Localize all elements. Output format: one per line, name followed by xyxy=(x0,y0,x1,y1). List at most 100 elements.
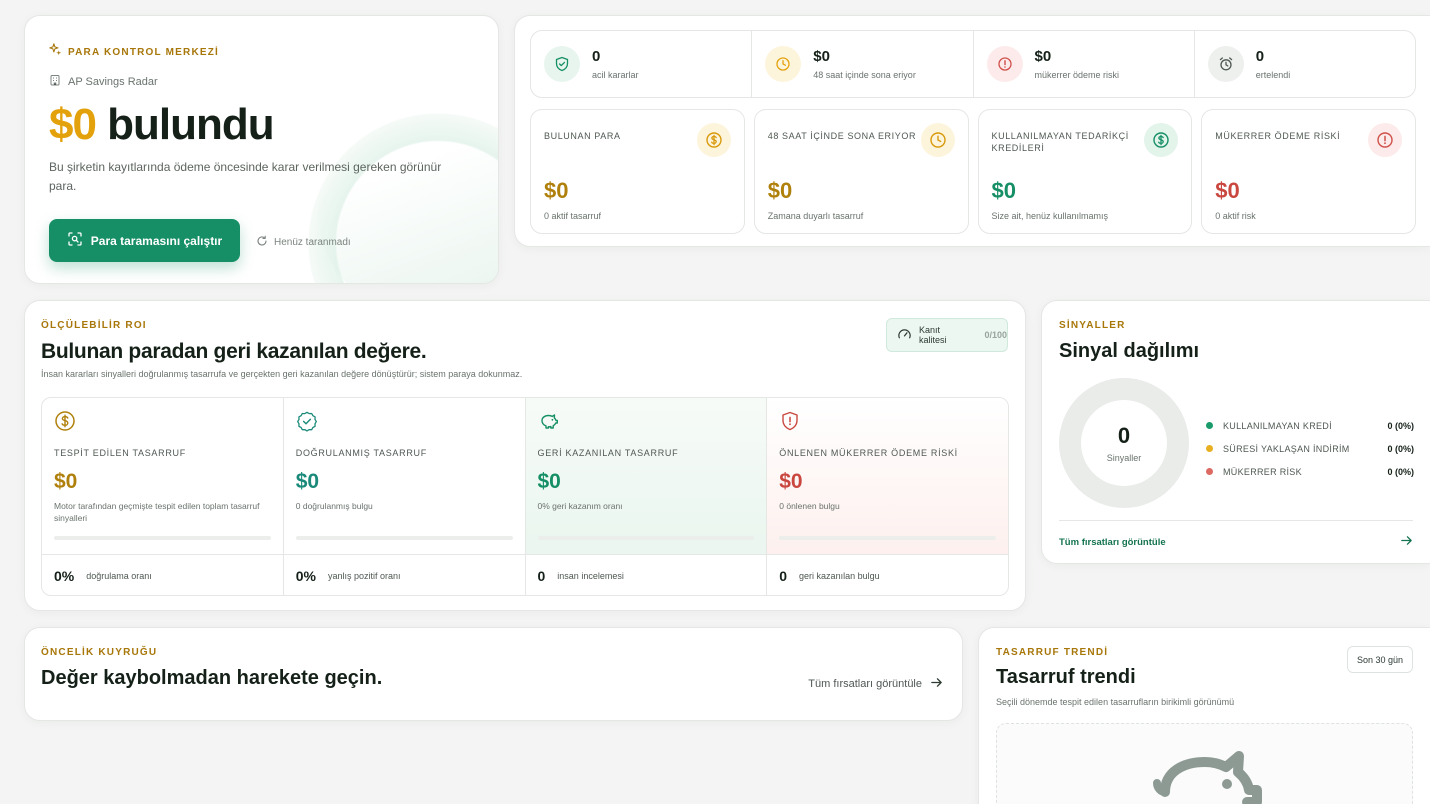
app-name: AP Savings Radar xyxy=(49,74,158,89)
roi-prevented-duplicate-risk: ÖNLENEN MÜKERRER ÖDEME RİSKİ $0 0 önlene… xyxy=(767,398,1008,554)
roi-value: $0 xyxy=(537,470,561,493)
savings-trend-card: TASARRUF TRENDİ Tasarruf trendi Seçili d… xyxy=(978,627,1430,804)
metric-sub: 0 aktif risk xyxy=(1215,211,1256,221)
legend-value: 0 (0%) xyxy=(1387,443,1414,454)
summary-card: 0 acil kararlar $0 48 saat içinde sona eri… xyxy=(514,15,1430,247)
roi-sub: Motor tarafından geçmişte tespit edilen … xyxy=(54,501,260,523)
trend-title: Tasarruf trendi xyxy=(996,666,1136,688)
summary-value: 0 xyxy=(1255,48,1265,65)
metric-label: 48 SAAT İÇİNDE SONA ERIYOR xyxy=(767,131,917,141)
trend-empty-state xyxy=(996,723,1413,804)
summary-snoozed[interactable]: 0 ertelendi xyxy=(1195,31,1415,97)
summary-strip: 0 acil kararlar $0 48 saat içinde sona eri… xyxy=(530,30,1416,98)
scan-status: Henüz taranmadı xyxy=(256,235,351,250)
legend-dot xyxy=(1206,445,1213,452)
roi-footer-label: insan incelemesi xyxy=(557,571,624,581)
signal-donut-chart: 0 Sinyaller xyxy=(1059,378,1189,508)
metric-found-money[interactable]: BULUNAN PARA $0 0 aktif tasarruf xyxy=(530,109,745,234)
alarm-icon xyxy=(1207,46,1244,82)
gauge-icon xyxy=(897,327,912,344)
legend-value: 0 (0%) xyxy=(1387,466,1414,477)
metric-expiring-48h[interactable]: 48 SAAT İÇİNDE SONA ERIYOR $0 Zamana duy… xyxy=(753,109,969,234)
legend-name: KULLANILMAYAN KREDİ xyxy=(1223,420,1332,431)
metric-label: MÜKERRER ÖDEME RİSKİ xyxy=(1215,131,1341,141)
priority-title: Değer kaybolmadan harekete geçin. xyxy=(41,667,383,689)
roi-sub: 0% geri kazanım oranı xyxy=(537,501,623,511)
summary-expiring-48h[interactable]: $0 48 saat içinde sona eriyor xyxy=(752,31,974,97)
legend-name: MÜKERRER RİSK xyxy=(1223,466,1302,477)
verification-rate: 0% doğrulama oranı xyxy=(42,555,284,595)
date-range-selector[interactable]: Son 30 gün xyxy=(1347,646,1413,673)
shield-alert-icon xyxy=(779,410,801,432)
evidence-quality-label: Kanıt kalitesi xyxy=(919,325,947,345)
priority-view-all-link[interactable]: Tüm fırsatları görüntüle xyxy=(808,676,943,692)
legend-duplicate-risk: MÜKERRER RİSK 0 (0%) xyxy=(1206,460,1414,483)
roi-label: ÖNLENEN MÜKERRER ÖDEME RİSKİ xyxy=(779,448,958,458)
clock-icon xyxy=(765,46,802,82)
summary-duplicate-risk[interactable]: $0 mükerrer ödeme riski xyxy=(974,31,1195,97)
metric-duplicate-payment-risk[interactable]: MÜKERRER ÖDEME RİSKİ $0 0 aktif risk xyxy=(1201,109,1416,234)
run-money-scan-button[interactable]: Para taramasını çalıştır xyxy=(49,219,240,262)
legend-name: SÜRESİ YAKLAŞAN İNDİRİM xyxy=(1223,443,1350,454)
summary-label: acil kararlar xyxy=(592,70,639,80)
roi-footer-label: doğrulama oranı xyxy=(86,571,152,581)
roi-description: İnsan kararları sinyalleri doğrulanmış t… xyxy=(41,369,523,379)
signal-legend: KULLANILMAYAN KREDİ 0 (0%) SÜRESİ YAKLAŞ… xyxy=(1206,414,1414,483)
check-circle-icon xyxy=(296,410,318,432)
arrow-right-icon xyxy=(1400,534,1413,550)
evidence-quality-score: 0/100 xyxy=(984,330,1007,340)
summary-value: $0 xyxy=(813,48,830,65)
false-positive-rate: 0% yanlış pozitif oranı xyxy=(284,555,526,595)
priority-eyebrow: ÖNCELİK KUYRUĞU xyxy=(41,647,158,658)
legend-dot xyxy=(1206,468,1213,475)
dollar-icon xyxy=(1144,123,1179,157)
metric-sub: Size ait, henüz kullanılmamış xyxy=(991,211,1109,221)
metric-unused-supplier-credits[interactable]: KULLANILMAYAN TEDARİKÇİ KREDİLERİ $0 Siz… xyxy=(977,109,1193,234)
metric-cards: BULUNAN PARA $0 0 aktif tasarruf 48 SAAT… xyxy=(530,109,1416,234)
metric-value: $0 xyxy=(544,178,569,203)
roi-progress-bar xyxy=(54,536,271,540)
priority-queue-card: ÖNCELİK KUYRUĞU Değer kaybolmadan hareke… xyxy=(24,627,963,721)
money-control-hero-card: PARA KONTROL MERKEZİ AP Savings Radar $0… xyxy=(24,15,499,284)
app-name-label: AP Savings Radar xyxy=(68,75,158,88)
roi-footer: 0% doğrulama oranı 0% yanlış pozitif oranı… xyxy=(42,554,1008,595)
roi-sub: 0 önlenen bulgu xyxy=(779,501,840,511)
summary-value: $0 xyxy=(1034,48,1052,65)
evidence-quality-badge[interactable]: Kanıt kalitesi 0/100 xyxy=(886,318,1008,352)
signal-total-label: Sinyaller xyxy=(1106,453,1142,463)
trend-eyebrow: TASARRUF TRENDİ xyxy=(996,647,1109,658)
roi-value: $0 xyxy=(295,470,320,493)
summary-label: mükerrer ödeme riski xyxy=(1034,70,1120,80)
summary-urgent-decisions[interactable]: 0 acil kararlar xyxy=(531,31,753,97)
human-reviews: 0 insan incelemesi xyxy=(526,555,768,595)
dollar-icon xyxy=(696,123,731,157)
roi-value: $0 xyxy=(54,470,78,493)
hero-decoration-ring xyxy=(308,113,498,283)
view-all-opportunities-label: Tüm fırsatları görüntüle xyxy=(1059,536,1166,548)
summary-value: 0 xyxy=(592,48,601,65)
legend-expiring-discount: SÜRESİ YAKLAŞAN İNDİRİM 0 (0%) xyxy=(1206,437,1414,460)
roi-footer-label: geri kazanılan bulgu xyxy=(799,571,880,581)
roi-footer-value: 0% xyxy=(295,568,316,584)
metric-label: KULLANILMAYAN TEDARİKÇİ KREDİLERİ xyxy=(991,131,1129,153)
measurable-roi-card: ÖLÇÜLEBİLİR ROI Bulunan paradan geri kaz… xyxy=(24,300,1026,611)
roi-progress-bar xyxy=(779,536,996,540)
found-amount-title: $0 bulundu xyxy=(49,100,275,150)
dollar-icon xyxy=(54,410,76,432)
metric-sub: Zamana duyarlı tasarruf xyxy=(767,211,864,221)
roi-progress-bar xyxy=(537,536,755,540)
view-all-opportunities-link[interactable]: Tüm fırsatları görüntüle xyxy=(1059,534,1413,550)
sparkle-icon xyxy=(49,43,62,61)
roi-footer-value: 0 xyxy=(779,568,788,584)
hero-eyebrow-label: PARA KONTROL MERKEZİ xyxy=(68,46,220,58)
roi-grid: TESPİT EDİLEN TASARRUF $0 Motor tarafınd… xyxy=(41,397,1009,596)
signals-card: SİNYALLER Sinyal dağılımı 0 Sinyaller KU… xyxy=(1041,300,1430,564)
hero-description: Bu şirketin kayıtlarında ödeme öncesinde… xyxy=(49,160,442,193)
metric-value: $0 xyxy=(991,178,1016,203)
piggy-icon xyxy=(538,410,560,432)
alert-icon xyxy=(986,46,1023,82)
found-amount-suffix: bulundu xyxy=(95,100,274,149)
summary-label: ertelendi xyxy=(1255,70,1291,80)
roi-label: GERİ KAZANILAN TASARRUF xyxy=(537,448,679,458)
divider xyxy=(1059,520,1413,521)
